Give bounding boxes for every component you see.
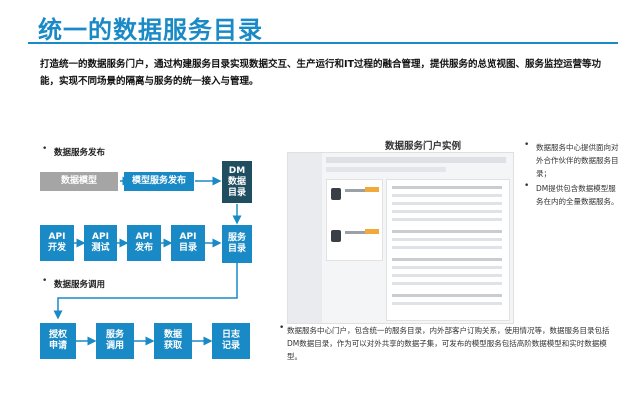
api-catalog-line2: 目录 [178,243,197,253]
data-model-box: 数据模型 [40,172,118,191]
detail-line [392,302,502,305]
api-test-line1: API [92,232,109,242]
service-catalog-line1: 服务 [227,233,246,243]
api-dev-line2: 开发 [47,243,66,253]
portal-title: 数据服务门户实例 [385,141,462,152]
bullet-dot: • [42,144,48,154]
detail-line [392,186,502,189]
dm-catalog-line1: DM [228,165,246,176]
rating-stars [365,229,379,234]
service-card-line [345,231,365,234]
svc-call-line1: 服务 [105,330,124,340]
detail-line [392,202,502,205]
bullet-dot: • [524,181,530,191]
dm-catalog-line3: 目录 [227,187,246,198]
api-test-line2: 测试 [91,243,110,253]
portal-bullet-right-1: 数据服务中心提供面向对外合作伙伴的数据服务目录； [536,143,619,178]
detail-line [392,266,502,269]
api-publish-line2: 发布 [134,243,153,253]
service-card-icon [331,230,341,242]
auth-request-box: 授权 申请 [40,323,76,359]
svc-call-line2: 调用 [105,341,124,351]
portal-bullet-bottom: 数据服务中心门户，包含统一的服务目录，内外部客户订购关系，使用情况等，数据服务目… [287,326,610,361]
rating-stars [365,187,379,192]
api-catalog-line1: API [179,232,197,242]
api-publish-line1: API [135,232,153,242]
data-get-box: 数据 获取 [154,323,192,359]
bullet-dot: • [42,276,48,286]
service-catalog-box: 服务 目录 [222,225,252,263]
detail-line [392,218,502,221]
auth-line1: 授权 [48,330,67,340]
detail-line [392,246,502,249]
api-dev-line1: API [48,232,66,242]
dm-catalog-line2: 数据 [227,176,246,187]
portal-service-list [326,179,383,261]
portal-detail-panel [386,179,510,321]
portal-toolbar [326,157,506,163]
log-record-box: 日志 记录 [212,323,250,359]
data-get-line2: 获取 [163,341,182,351]
dm-catalog-box: DM 数据 目录 [222,161,252,203]
bullet-dot: • [279,323,285,333]
api-dev-box: API 开发 [40,225,74,261]
arrow-service-to-auth [53,263,238,320]
detail-line [392,274,502,277]
api-catalog-box: API 目录 [171,225,205,261]
bullet-dot: • [524,140,530,150]
portal-tabs [326,167,446,172]
detail-line [392,210,502,213]
api-test-box: API 测试 [84,225,117,261]
service-call-box: 服务 调用 [96,323,134,359]
detail-line [392,194,502,197]
publish-heading: 数据服务发布 [54,148,106,158]
portal-sidebar [288,153,322,323]
invoke-heading: 数据服务调用 [54,280,106,290]
api-publish-box: API 发布 [127,225,161,261]
service-card-icon [331,188,341,200]
data-get-line1: 数据 [163,330,182,340]
service-catalog-line2: 目录 [227,244,246,254]
detail-line [392,258,502,261]
model-publish-box: 模型服务发布 [124,172,194,191]
detail-line [392,294,502,297]
portal-screenshot [287,152,514,324]
detail-line [392,282,502,285]
detail-line [392,230,502,233]
portal-bullet-right-2: DM提供包含数据模型服务在内的全量数据服务。 [536,184,619,206]
detail-line [392,238,502,241]
service-card-line [345,189,365,192]
log-line2: 记录 [221,341,240,351]
auth-line2: 申请 [48,341,67,351]
log-line1: 日志 [221,330,240,340]
